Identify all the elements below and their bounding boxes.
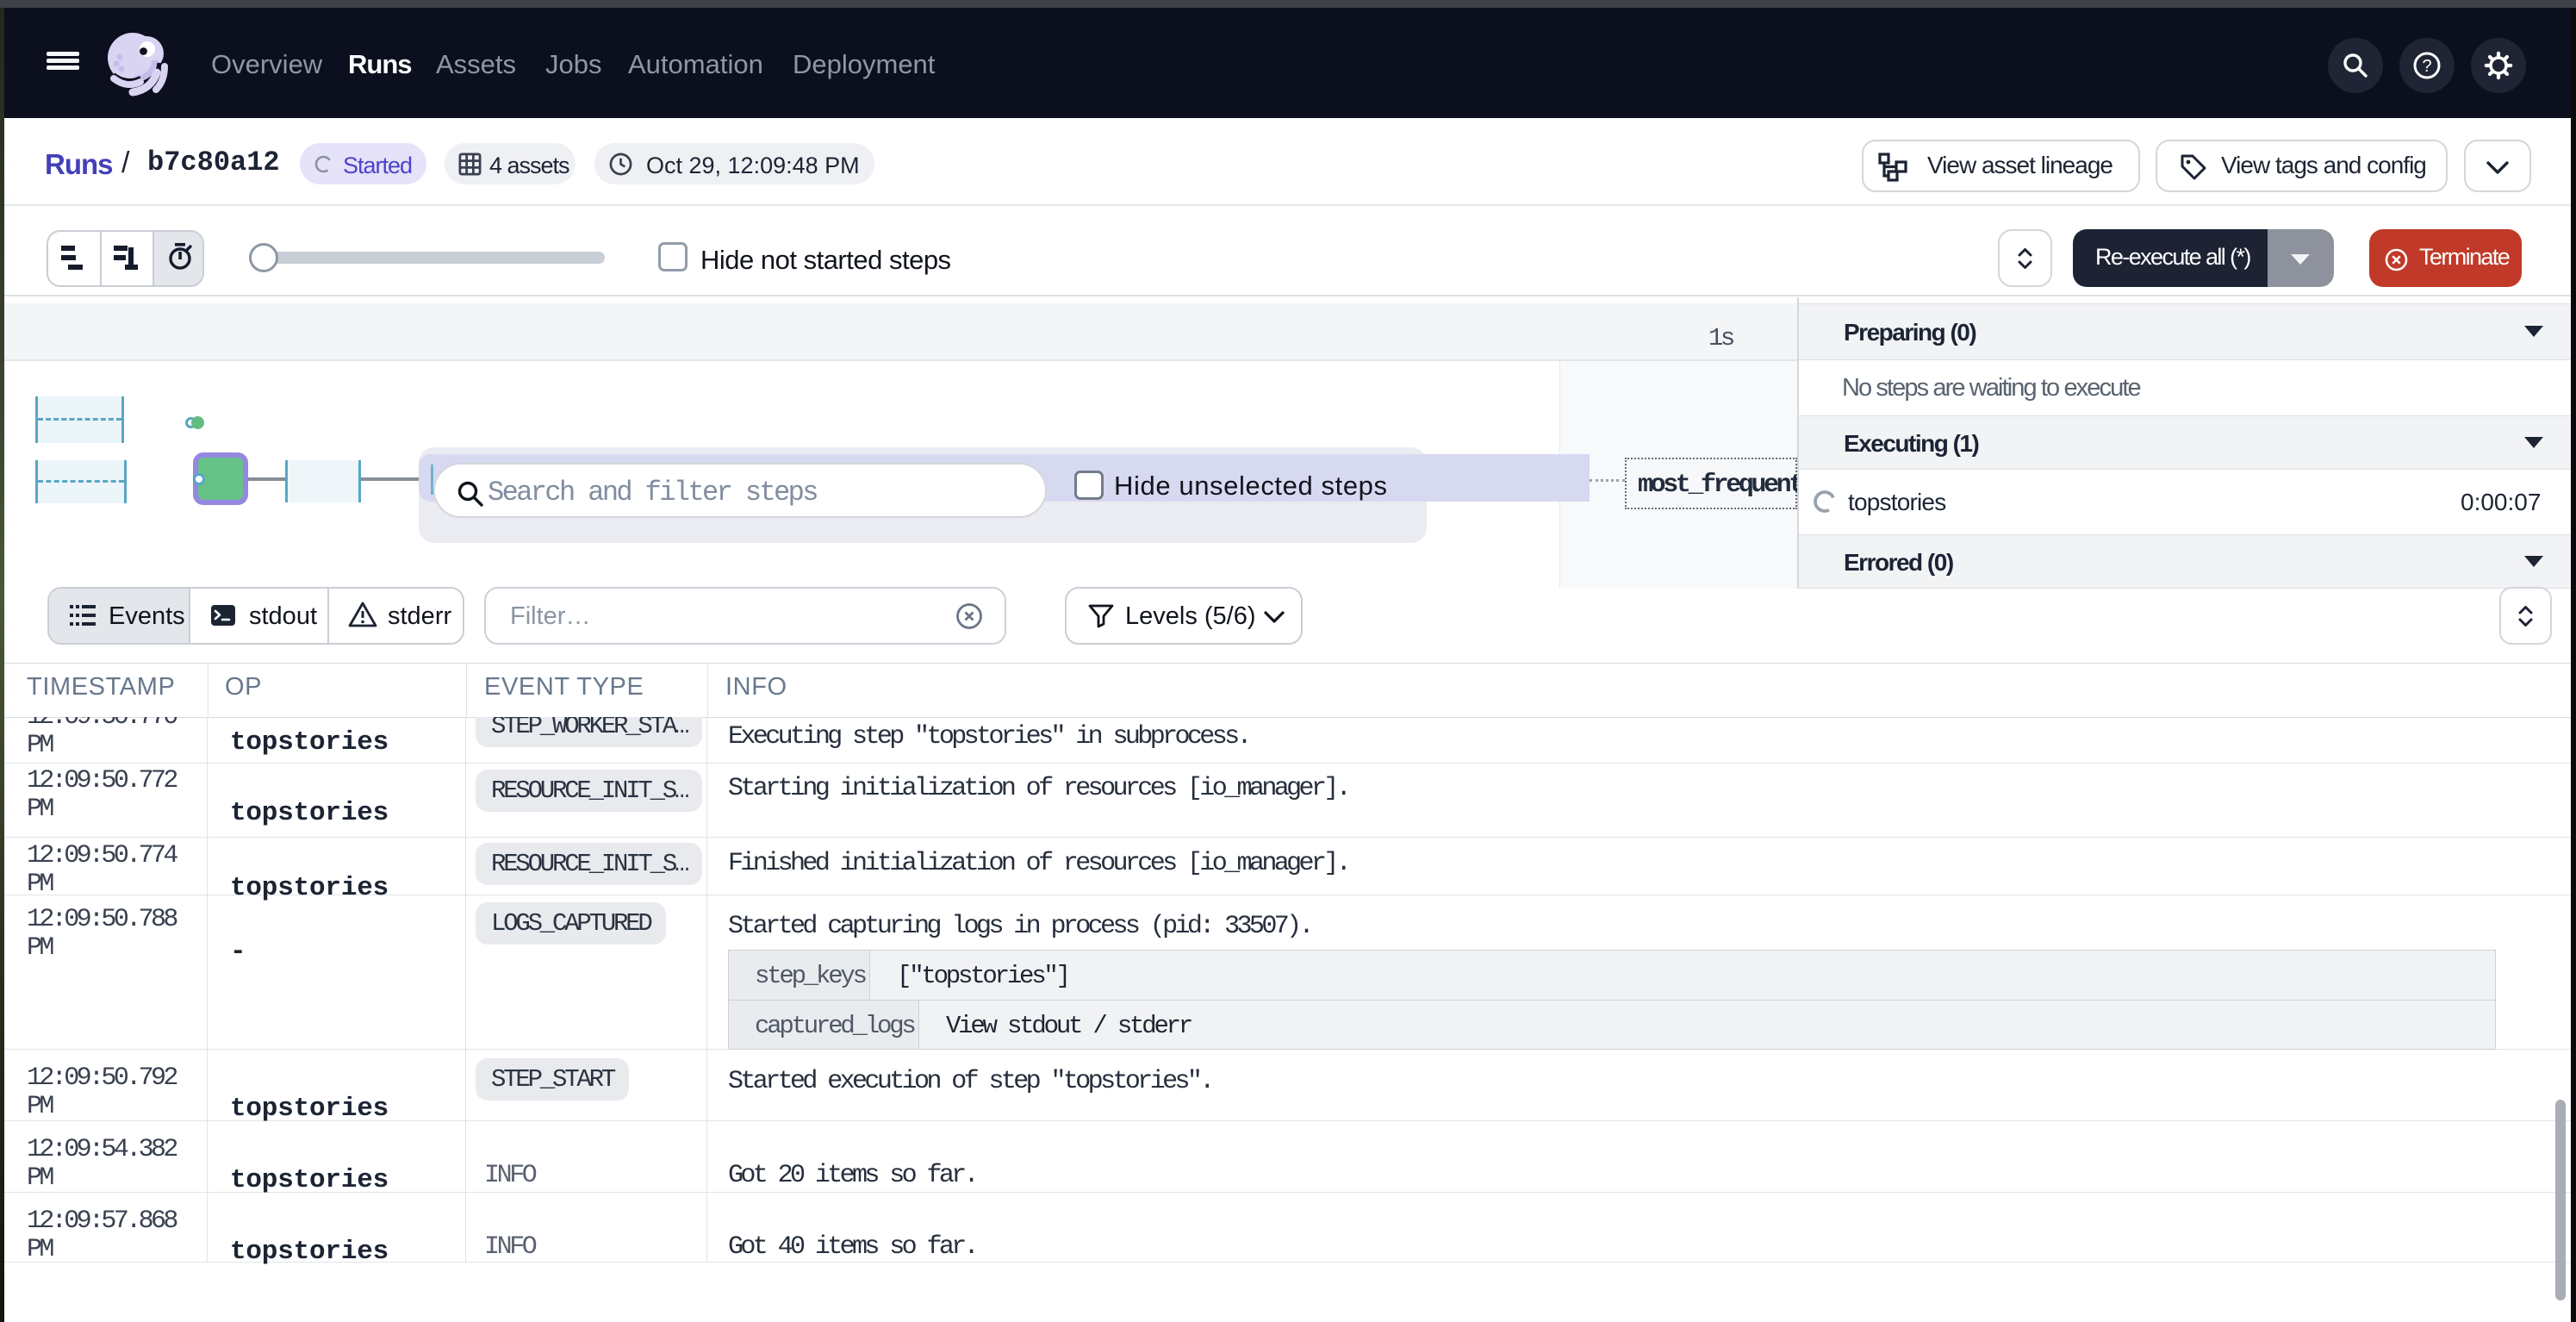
svg-text:?: ? <box>2422 57 2431 76</box>
